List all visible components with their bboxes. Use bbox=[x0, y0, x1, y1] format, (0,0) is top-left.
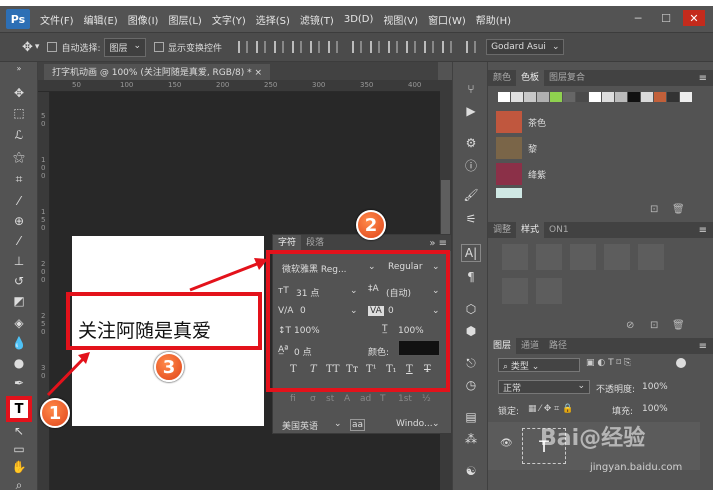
watermark-url: jingyan.baidu.com bbox=[590, 462, 683, 473]
annotation-arrows bbox=[46, 258, 268, 397]
watermark-logo: Bai@经验 bbox=[540, 426, 646, 451]
step-badge-2: 2 bbox=[356, 210, 386, 240]
arrow-line bbox=[46, 354, 88, 397]
step-badge-1: 1 bbox=[40, 398, 70, 428]
step-badge-3: 3 bbox=[154, 352, 184, 382]
arrow-line bbox=[189, 260, 263, 292]
